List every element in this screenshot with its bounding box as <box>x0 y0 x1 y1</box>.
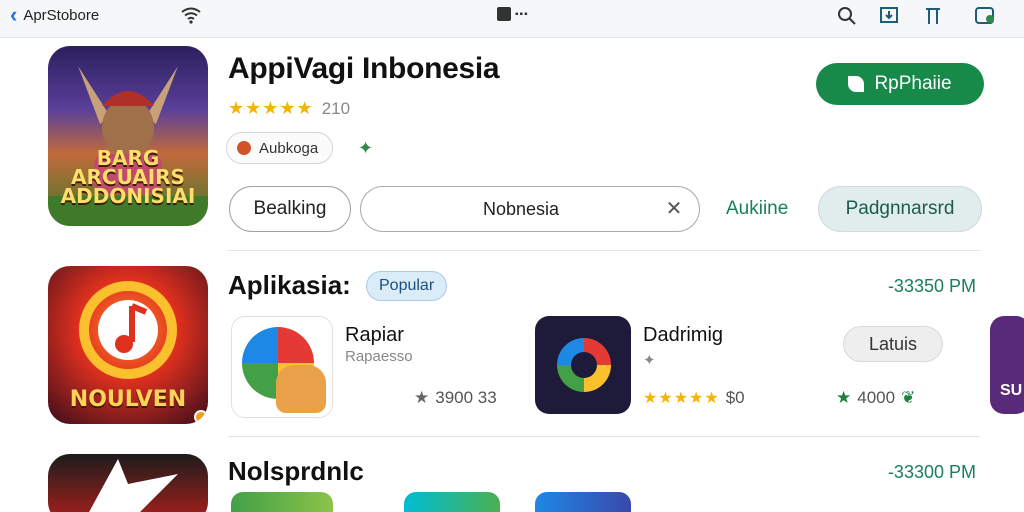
close-icon[interactable]: ✕ <box>663 198 685 220</box>
auk-link[interactable]: Aukiine <box>726 198 788 220</box>
pin-icon[interactable]: ✦ <box>358 138 373 159</box>
app-thumbnail[interactable] <box>231 492 333 512</box>
pad-filter-button[interactable]: Padgnnarsrd <box>818 186 982 232</box>
library-icon[interactable] <box>921 4 945 28</box>
wing-illustration <box>89 459 178 512</box>
cat-illustration <box>276 365 326 413</box>
status-indicator: ▪▪▪ <box>497 7 529 21</box>
account-icon[interactable] <box>974 4 998 28</box>
featured-icon-caption: BARG ARCUAIRS ADDONISIAI <box>60 146 196 208</box>
update-badge <box>194 410 208 424</box>
bookmark-icon[interactable] <box>877 4 901 28</box>
section-time: -33350 PM <box>887 276 976 296</box>
star-icon: ★ <box>836 388 852 407</box>
top-bar: ‹ AprStobore ▪▪▪ <box>0 0 1024 38</box>
download-stat: ★ 4000 ❦ <box>836 388 916 407</box>
item-name[interactable]: Dadrimig <box>643 324 723 347</box>
back-label: AprStobore <box>23 6 100 24</box>
rating-row: ★★★★★ 210 <box>228 98 350 119</box>
item-subtitle: Rapaesso <box>345 348 413 365</box>
section-icon-caption: NOULVEN <box>69 387 187 412</box>
battery-icon <box>497 7 511 21</box>
section-title: Nolsprdnlc <box>228 456 364 486</box>
category-dot-icon <box>237 141 251 155</box>
featured-app-icon[interactable]: BARG ARCUAIRS ADDONISIAI <box>48 46 208 226</box>
booking-filter-button[interactable]: Bealking <box>229 186 351 232</box>
app-thumbnail[interactable] <box>231 316 333 418</box>
leaf-icon <box>848 76 865 92</box>
back-button[interactable]: ‹ AprStobore <box>10 4 99 26</box>
chevron-left-icon: ‹ <box>10 2 18 27</box>
leaf-icon: ❦ <box>901 388 916 407</box>
item-stat: ★ 3900 33 <box>414 388 497 407</box>
section-app-icon[interactable]: NOULVEN <box>48 266 208 424</box>
search-input[interactable] <box>381 195 661 223</box>
section-time: -33300 PM <box>887 462 976 482</box>
rating-count: 210 <box>321 98 351 118</box>
app-thumbnail[interactable]: SU <box>990 316 1024 414</box>
star-icon: ★ <box>414 388 430 407</box>
pin-icon: ✦ <box>643 352 656 369</box>
app-thumbnail[interactable] <box>535 492 631 512</box>
section2-app-icon[interactable] <box>48 454 208 512</box>
camera-ring-icon <box>557 338 611 392</box>
divider <box>228 436 980 437</box>
search-icon[interactable] <box>835 4 859 28</box>
search-box: ✕ <box>360 186 700 232</box>
install-button[interactable]: RpPhaiie <box>816 63 984 105</box>
update-button[interactable]: Latuis <box>843 326 943 362</box>
section-title: Aplikasia: <box>228 270 351 300</box>
category-tag[interactable]: Aubkoga <box>226 132 334 164</box>
rating-stars: ★★★★★ <box>228 98 314 118</box>
divider <box>228 250 980 251</box>
popular-badge[interactable]: Popular <box>366 271 448 301</box>
app-thumbnail[interactable] <box>535 316 631 414</box>
wifi-icon <box>181 7 201 24</box>
app-title: AppiVagi Inbonesia <box>228 52 500 85</box>
rating-stars: ★★★★★ <box>643 390 720 407</box>
item-rating: ★★★★★ $0 <box>643 388 745 407</box>
item-name[interactable]: Rapiar <box>345 324 404 347</box>
app-thumbnail[interactable] <box>404 492 500 512</box>
